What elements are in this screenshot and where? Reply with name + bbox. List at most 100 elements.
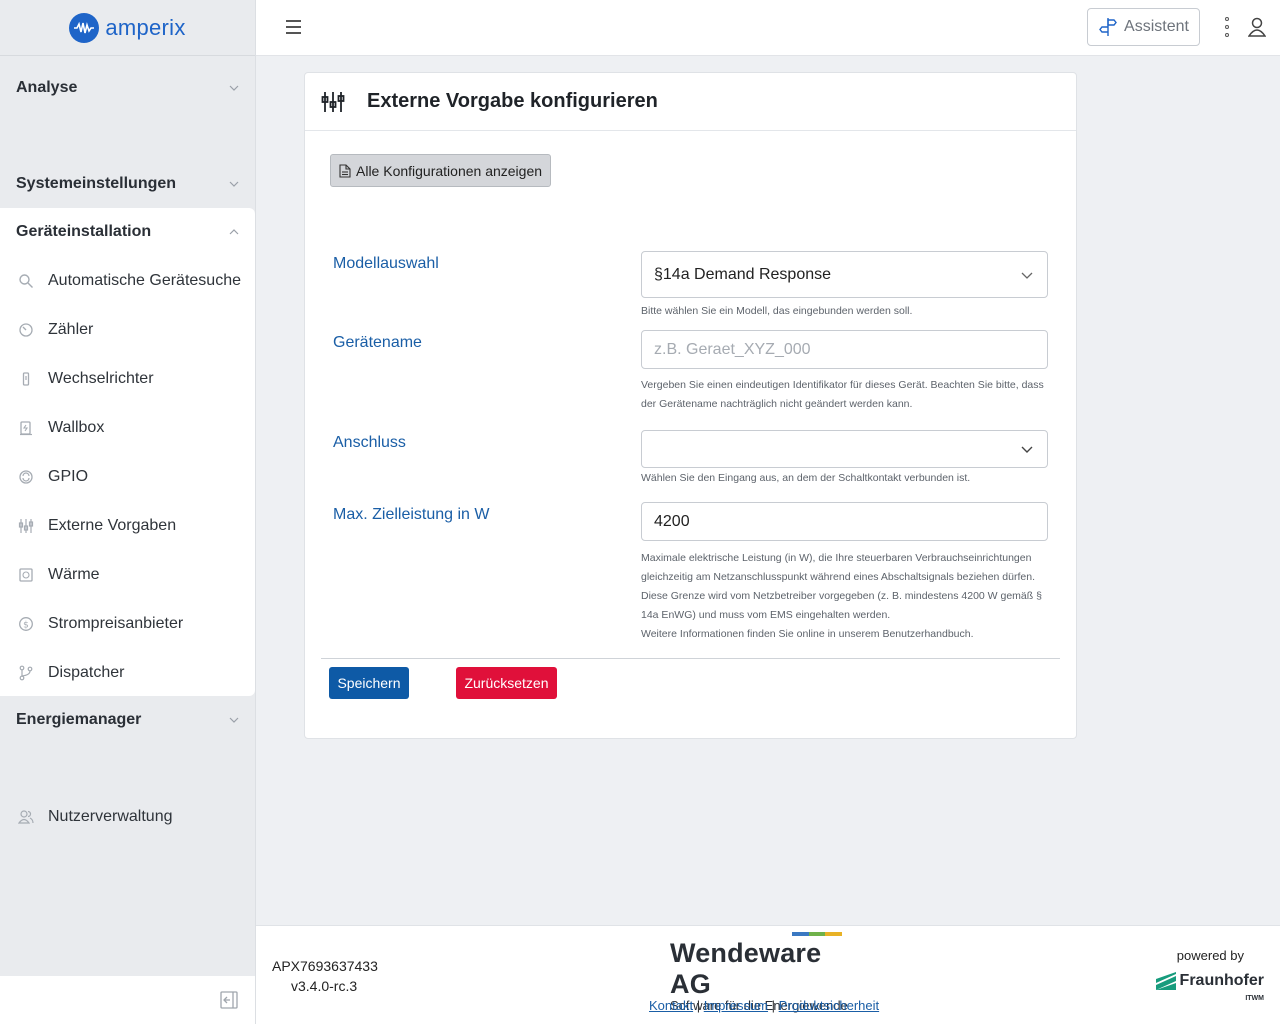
partner-name: Fraunhofer — [1179, 972, 1264, 989]
fraunhofer-logo: Fraunhofer — [1155, 972, 1264, 990]
nav-group-geraeteinstallation: Geräteinstallation Automatische Gerätesu… — [0, 208, 255, 696]
sidebar-item-label: Strompreisanbieter — [48, 614, 184, 632]
connection-label: Anschluss — [333, 434, 406, 451]
save-button[interactable]: Speichern — [329, 667, 409, 699]
help-line: Weitere Informationen finden Sie online … — [641, 628, 974, 640]
nav-section-geraeteinstallation[interactable]: Geräteinstallation — [0, 208, 255, 256]
sidebar-footer — [0, 976, 255, 1024]
help-line: 14a EnWG) und muss vom EMS eingehalten w… — [641, 609, 891, 621]
max-power-input[interactable]: 4200 — [641, 502, 1048, 541]
chevron-down-icon — [1021, 446, 1033, 453]
sidebar-item-wechselrichter[interactable]: Wechselrichter — [0, 354, 255, 403]
nav-section-label: Geräteinstallation — [16, 223, 152, 240]
link-impressum[interactable]: Impressum — [704, 998, 768, 1013]
chevron-down-icon — [1021, 272, 1033, 279]
chevron-down-icon — [229, 181, 239, 187]
user-icon[interactable] — [1248, 17, 1266, 37]
search-icon — [18, 273, 34, 289]
form-divider — [321, 658, 1060, 659]
device-id: APX7693637433 — [272, 958, 378, 974]
link-produktsicherheit[interactable]: Produktsicherheit — [779, 998, 879, 1013]
nav-section-label: Analyse — [16, 79, 78, 96]
sidebar-item-dispatcher[interactable]: Dispatcher — [0, 648, 255, 697]
sidebar-item-strompreisanbieter[interactable]: $ Strompreisanbieter — [0, 599, 255, 648]
assistant-label: Assistent — [1124, 18, 1189, 35]
model-label: Modellauswahl — [333, 255, 439, 272]
inverter-icon — [18, 371, 34, 387]
model-select[interactable]: §14a Demand Response — [641, 251, 1048, 298]
max-power-value: 4200 — [654, 512, 690, 530]
sidebar-item-gpio[interactable]: GPIO — [0, 452, 255, 501]
sidebar-item-label: GPIO — [48, 467, 89, 485]
sidebar-item-label: Automatische Gerätesuche — [48, 271, 241, 289]
users-icon — [18, 809, 34, 825]
sidebar-item-label: Dispatcher — [48, 663, 125, 681]
dollar-icon: $ — [18, 616, 34, 632]
powered-by: powered by — [1176, 948, 1244, 963]
brand-logo[interactable]: amperix — [0, 0, 255, 56]
signpost-icon — [1099, 18, 1117, 36]
sidebar-item-label: Zähler — [48, 320, 94, 338]
reset-button[interactable]: Zurücksetzen — [456, 667, 557, 699]
sidebar-item-wallbox[interactable]: Wallbox — [0, 403, 255, 452]
sidebar-item-nutzerverwaltung[interactable]: Nutzerverwaltung — [0, 792, 255, 841]
brand-name: amperix — [105, 14, 186, 40]
brand-color-bar — [792, 932, 843, 936]
nav-section-label: Systemeinstellungen — [16, 175, 177, 192]
sidebar-item-geraetesuche[interactable]: Automatische Gerätesuche — [0, 256, 255, 305]
partner-unit: ITWM — [1245, 995, 1264, 1002]
show-all-configs-label: Alle Konfigurationen anzeigen — [356, 162, 543, 179]
help-line: gleichzeitig am Netzanschlusspunkt währe… — [641, 571, 1035, 583]
device-name-help: Vergeben Sie einen eindeutigen Identifik… — [641, 376, 1048, 414]
branch-icon — [18, 665, 34, 681]
nav-section-analyse[interactable]: Analyse — [0, 64, 255, 112]
device-name-label: Gerätename — [333, 334, 422, 351]
nav-section-label: Energiemanager — [16, 711, 142, 728]
collapse-sidebar-icon[interactable] — [219, 990, 239, 1010]
svg-text:$: $ — [23, 620, 29, 630]
assistant-button[interactable]: Assistent — [1087, 8, 1200, 46]
separator: | — [696, 998, 701, 1013]
fraunhofer-mark-icon — [1155, 972, 1176, 990]
help-line: Diese Grenze wird vom Netzbetreiber vorg… — [641, 590, 1042, 602]
nav-section-energiemanager[interactable]: Energiemanager — [0, 696, 255, 744]
sidebar-item-label: Wärme — [48, 565, 100, 583]
sidebar-item-waerme[interactable]: Wärme — [0, 550, 255, 599]
nav-section-systemeinstellungen[interactable]: Systemeinstellungen — [0, 160, 255, 208]
help-line: der Gerätename nachträglich nicht geände… — [641, 398, 913, 410]
sidebar-item-zaehler[interactable]: Zähler — [0, 305, 255, 354]
sliders-icon — [18, 518, 34, 534]
chevron-up-icon — [229, 229, 239, 235]
show-all-configs-button[interactable]: Alle Konfigurationen anzeigen — [330, 154, 552, 187]
max-power-label: Max. Zielleistung in W — [333, 506, 490, 523]
model-select-value: §14a Demand Response — [654, 265, 832, 283]
config-card: Externe Vorgabe konfigurieren Alle Konfi… — [304, 72, 1077, 739]
amperix-logo-icon — [69, 12, 100, 43]
page-title: Externe Vorgabe konfigurieren — [367, 90, 658, 112]
footer-links: Kontakt | Impressum | Produktsicherheit — [649, 998, 879, 1013]
sidebar-item-externe-vorgaben[interactable]: Externe Vorgaben — [0, 501, 255, 550]
connection-help: Wählen Sie den Eingang aus, an dem der S… — [641, 472, 971, 484]
help-line: Maximale elektrische Leistung (in W), di… — [641, 552, 1032, 564]
device-name-input[interactable]: z.B. Geraet_XYZ_000 — [641, 330, 1048, 369]
wallbox-icon — [18, 420, 34, 436]
topbar: Assistent — [256, 0, 1280, 56]
heat-icon — [18, 567, 34, 583]
gpio-icon — [18, 469, 34, 485]
sidebar-item-label: Wallbox — [48, 418, 105, 436]
sidebar-item-label: Externe Vorgaben — [48, 516, 177, 534]
connection-select[interactable] — [641, 430, 1048, 468]
menu-icon[interactable] — [286, 20, 301, 34]
card-header: Externe Vorgabe konfigurieren — [305, 73, 1076, 131]
max-power-help: Maximale elektrische Leistung (in W), di… — [641, 549, 1048, 644]
model-help: Bitte wählen Sie ein Modell, das eingebu… — [641, 305, 913, 317]
sidebar-item-label: Nutzerverwaltung — [48, 807, 173, 825]
link-kontakt[interactable]: Kontakt — [649, 998, 693, 1013]
version: v3.4.0-rc.3 — [291, 978, 358, 994]
sidebar-item-label: Wechselrichter — [48, 369, 154, 387]
sidebar: amperix Analyse Systemeinstellungen Gerä… — [0, 0, 256, 1024]
help-line: Vergeben Sie einen eindeutigen Identifik… — [641, 379, 1044, 391]
more-options-icon[interactable] — [1224, 17, 1230, 37]
chevron-down-icon — [229, 717, 239, 723]
device-name-placeholder: z.B. Geraet_XYZ_000 — [654, 340, 811, 358]
